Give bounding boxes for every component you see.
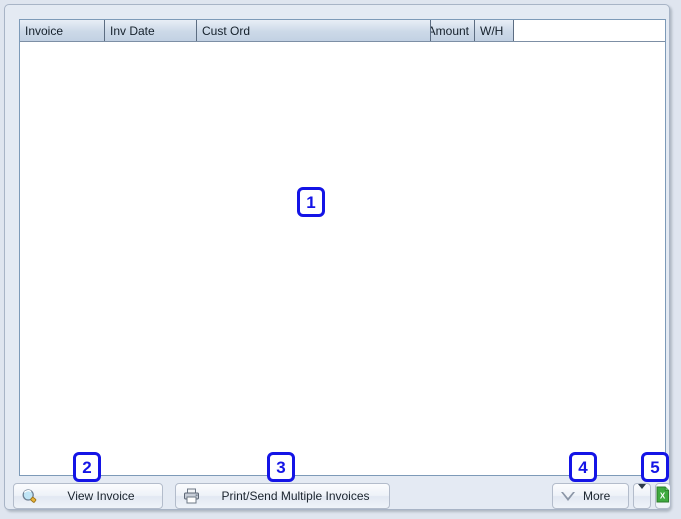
annotation-badge-1: 1 (297, 187, 325, 217)
column-header-filler (514, 20, 665, 41)
print-send-multiple-invoices-button[interactable]: Print/Send Multiple Invoices (175, 483, 390, 509)
svg-text:X: X (660, 492, 666, 501)
column-header-wh[interactable]: W/H (475, 20, 514, 41)
bottom-toolbar: View Invoice Print/Send Multiple Invoice… (13, 483, 671, 509)
more-button[interactable]: More (552, 483, 629, 509)
view-invoice-label: View Invoice (67, 489, 135, 503)
more-label: More (583, 489, 611, 503)
annotation-badge-5: 5 (641, 452, 669, 482)
magnifier-icon (18, 486, 40, 506)
view-invoice-button[interactable]: View Invoice (13, 483, 163, 509)
excel-export-icon: X (656, 486, 670, 506)
column-header-inv-date[interactable]: Inv Date (105, 20, 197, 41)
caret-down-outline-icon (557, 486, 579, 506)
column-header-invoice[interactable]: Invoice (20, 20, 105, 41)
invoice-list-grid[interactable]: Invoice Inv Date Cust Ord Amount W/H (19, 19, 666, 476)
chevron-down-icon (638, 484, 646, 503)
grid-header-row: Invoice Inv Date Cust Ord Amount W/H (20, 20, 665, 42)
export-excel-button[interactable]: X (655, 483, 671, 509)
print-send-label: Print/Send Multiple Invoices (221, 489, 370, 503)
grid-body-empty[interactable] (20, 42, 665, 475)
annotation-badge-3: 3 (267, 452, 295, 482)
column-header-amount[interactable]: Amount (431, 20, 475, 41)
annotation-badge-4: 4 (569, 452, 597, 482)
column-header-cust-ord[interactable]: Cust Ord (197, 20, 431, 41)
annotation-badge-2: 2 (73, 452, 101, 482)
more-dropdown-arrow-button[interactable] (633, 483, 651, 509)
invoice-window-panel: Invoice Inv Date Cust Ord Amount W/H Vie… (4, 4, 671, 510)
printer-icon (180, 486, 202, 506)
